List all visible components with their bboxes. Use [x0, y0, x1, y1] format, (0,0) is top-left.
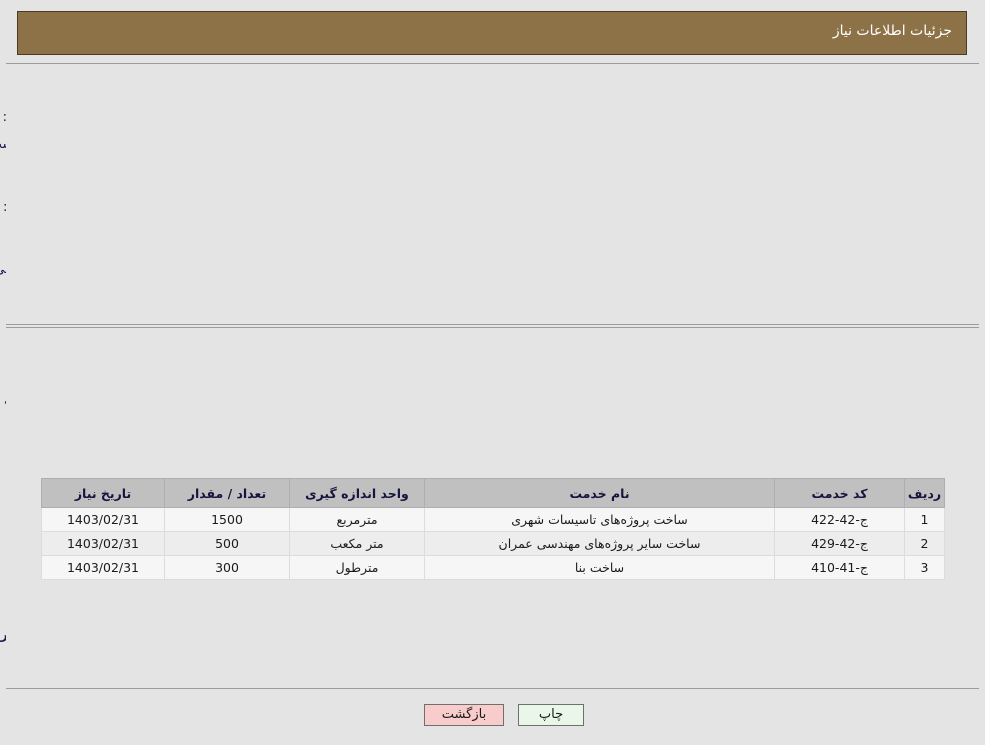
cell-service-name: ساخت بنا [424, 555, 775, 580]
table-row: 2 ج-42-429 ساخت سایر پروژه‌های مهندسی عم… [41, 531, 945, 556]
cell-unit: مترمربع [289, 507, 425, 532]
cell-quantity: 300 [164, 555, 290, 580]
cell-need-date: 1403/02/31 [41, 531, 165, 556]
page-root: AriaTender.net جزئیات اطلاعات نیاز شماره… [0, 0, 985, 745]
cell-radif: 1 [904, 507, 945, 532]
col-need-date: تاریخ نیاز [41, 478, 165, 508]
cell-service-code: ج-42-422 [774, 507, 905, 532]
back-button[interactable]: بازگشت [424, 704, 504, 726]
cell-quantity: 500 [164, 531, 290, 556]
col-quantity: تعداد / مقدار [164, 478, 290, 508]
page-header: جزئیات اطلاعات نیاز [17, 11, 967, 55]
cell-radif: 2 [904, 531, 945, 556]
col-service-name: نام خدمت [424, 478, 775, 508]
col-unit: واحد اندازه گیری [289, 478, 425, 508]
col-service-code: کد خدمت [774, 478, 905, 508]
cell-need-date: 1403/02/31 [41, 555, 165, 580]
needed-services-table: ردیف کد خدمت نام خدمت واحد اندازه گیری ت… [41, 478, 945, 580]
print-button[interactable]: چاپ [518, 704, 584, 726]
cell-service-name: ساخت پروژه‌های تاسیسات شهری [424, 507, 775, 532]
page-title: جزئیات اطلاعات نیاز [832, 23, 952, 39]
cell-service-name: ساخت سایر پروژه‌های مهندسی عمران [424, 531, 775, 556]
cell-need-date: 1403/02/31 [41, 507, 165, 532]
table-row: 1 ج-42-422 ساخت پروژه‌های تاسیسات شهری م… [41, 507, 945, 532]
col-radif: ردیف [904, 478, 945, 508]
cell-quantity: 1500 [164, 507, 290, 532]
cell-service-code: ج-42-429 [774, 531, 905, 556]
cell-unit: مترطول [289, 555, 425, 580]
need-info-panel [6, 63, 979, 325]
cell-service-code: ج-41-410 [774, 555, 905, 580]
cell-radif: 3 [904, 555, 945, 580]
cell-unit: متر مکعب [289, 531, 425, 556]
table-row: 3 ج-41-410 ساخت بنا مترطول 300 1403/02/3… [41, 555, 945, 580]
table-header-row: ردیف کد خدمت نام خدمت واحد اندازه گیری ت… [41, 478, 945, 508]
